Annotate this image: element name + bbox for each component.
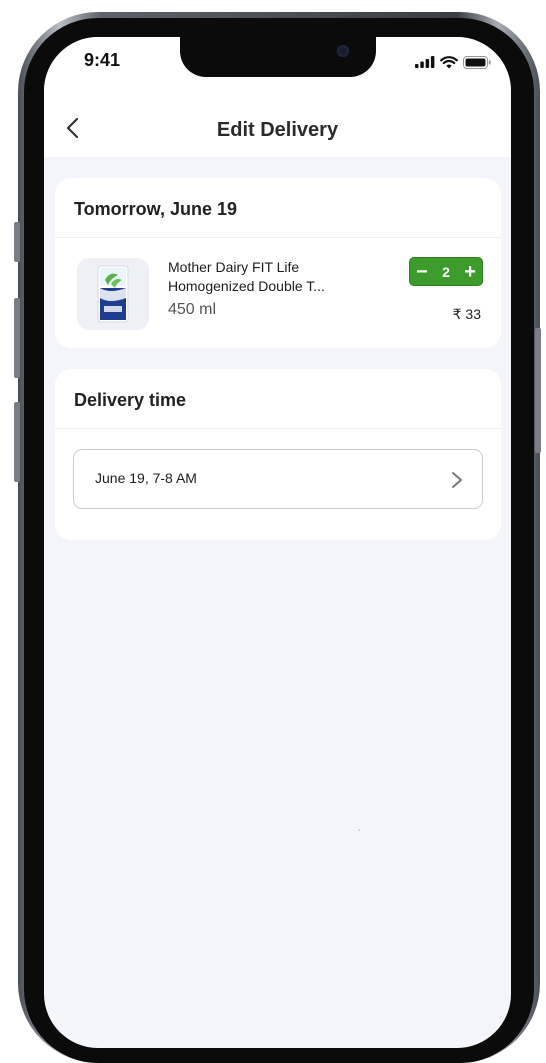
status-icons — [415, 55, 491, 69]
signal-icon — [415, 56, 435, 68]
delivery-slot-text: June 19, 7-8 AM — [95, 470, 197, 486]
mute-switch — [14, 222, 20, 262]
divider — [55, 428, 501, 429]
milk-pouch-image — [97, 265, 129, 323]
item-price: ₹ 33 — [452, 306, 481, 322]
power-button — [535, 328, 541, 453]
chevron-right-icon — [452, 472, 462, 488]
status-time: 9:41 — [84, 50, 121, 70]
divider — [55, 237, 501, 238]
delivery-date-title: Tomorrow, June 19 — [74, 199, 238, 219]
product-size: 450 ml — [168, 301, 217, 318]
battery-icon — [463, 55, 491, 69]
plus-icon[interactable]: + — [464, 262, 476, 282]
delivery-time-title: Delivery time — [74, 390, 187, 410]
front-camera — [337, 45, 349, 57]
delivery-slot-selector[interactable]: June 19, 7-8 AM — [73, 449, 483, 509]
volume-up-button — [14, 298, 20, 378]
screen: 9:41 Edit Delivery Tomorrow, June 19 Mot… — [44, 37, 511, 1048]
decorative-dot — [358, 829, 360, 831]
nav-bar: Edit Delivery — [44, 97, 511, 157]
minus-icon[interactable]: − — [416, 262, 428, 282]
order-card: Tomorrow, June 19 Mother Dairy FIT Life … — [55, 178, 501, 348]
page-title: Edit Delivery — [216, 119, 339, 141]
product-name[interactable]: Mother Dairy FIT Life Homogenized Double… — [168, 258, 358, 296]
notch — [180, 37, 376, 77]
quantity-value: 2 — [442, 263, 450, 280]
volume-down-button — [14, 402, 20, 482]
delivery-time-card: Delivery time June 19, 7-8 AM — [55, 369, 501, 540]
wifi-icon — [440, 55, 458, 68]
product-thumbnail — [77, 258, 149, 330]
quantity-stepper: − 2 + — [409, 257, 483, 286]
